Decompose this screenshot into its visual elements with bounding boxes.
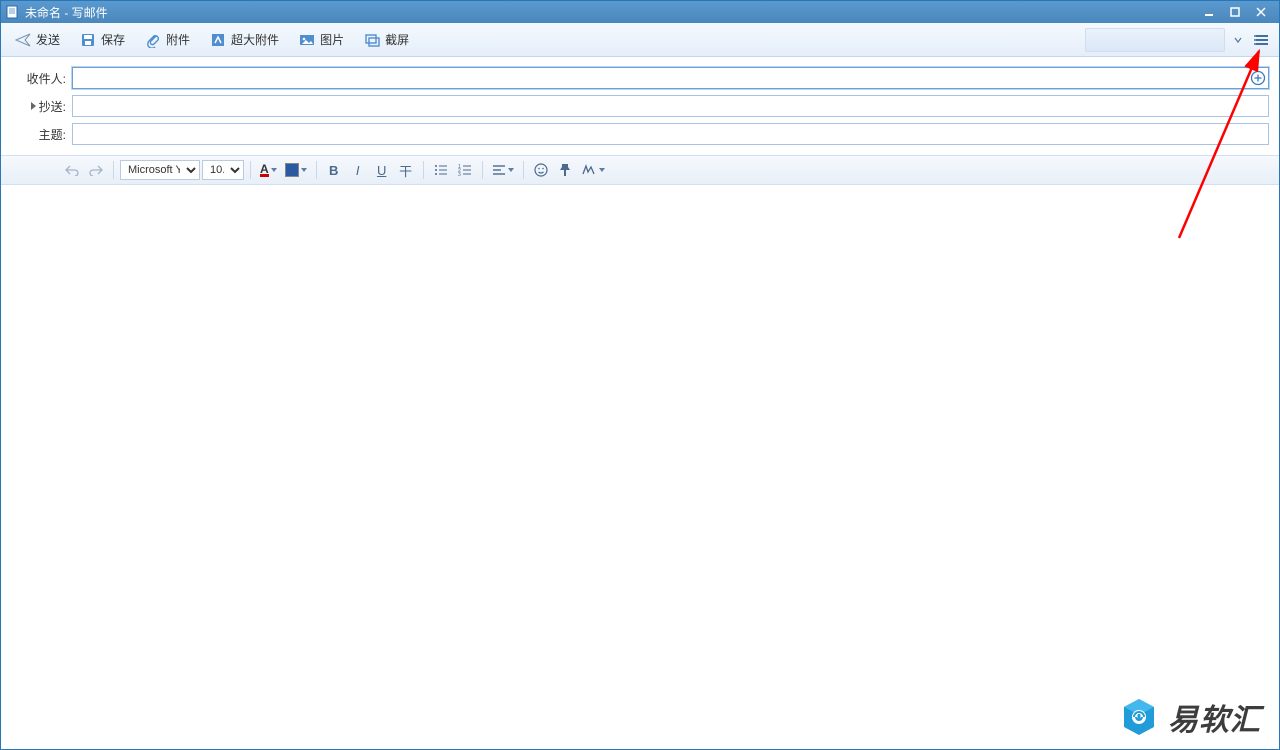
large-attach-button[interactable]: 超大附件 bbox=[202, 27, 287, 53]
contacts-panel-toggle[interactable] bbox=[1251, 29, 1273, 51]
pin-button[interactable] bbox=[554, 159, 576, 181]
numbered-list-button[interactable]: 123 bbox=[454, 159, 476, 181]
font-family-select[interactable]: Microsoft YaH bbox=[120, 160, 200, 180]
insert-image-button[interactable]: 图片 bbox=[291, 27, 352, 53]
cc-label: 抄送: bbox=[39, 98, 66, 115]
attach-label: 附件 bbox=[166, 31, 190, 48]
strikethrough-button[interactable]: 干 bbox=[395, 159, 417, 181]
italic-button[interactable]: I bbox=[347, 159, 369, 181]
to-row: 收件人: bbox=[11, 67, 1269, 89]
subject-label: 主题: bbox=[11, 126, 66, 143]
account-dropdown-icon[interactable] bbox=[1231, 33, 1245, 47]
highlight-color-button[interactable] bbox=[282, 159, 310, 181]
align-button[interactable] bbox=[489, 159, 517, 181]
save-icon bbox=[80, 32, 96, 48]
send-label: 发送 bbox=[36, 31, 60, 48]
maximize-button[interactable] bbox=[1227, 5, 1243, 19]
save-button[interactable]: 保存 bbox=[72, 27, 133, 53]
screenshot-icon bbox=[364, 32, 380, 48]
font-color-button[interactable]: A bbox=[257, 159, 280, 181]
account-selector[interactable] bbox=[1085, 28, 1225, 52]
more-formatting-button[interactable] bbox=[578, 159, 608, 181]
header-fields: 收件人: 抄送: 主题: bbox=[1, 57, 1279, 155]
emoji-button[interactable] bbox=[530, 159, 552, 181]
font-size-select[interactable]: 10.5 bbox=[202, 160, 244, 180]
paperclip-icon bbox=[145, 32, 161, 48]
screenshot-button[interactable]: 截屏 bbox=[356, 27, 417, 53]
underline-button[interactable]: U bbox=[371, 159, 393, 181]
compose-window: 未命名 - 写邮件 发送 保存 附件 超大附件 图片 bbox=[0, 0, 1280, 750]
toolbar-right bbox=[1085, 28, 1273, 52]
bold-button[interactable]: B bbox=[323, 159, 345, 181]
document-icon bbox=[5, 5, 19, 19]
subject-input[interactable] bbox=[72, 123, 1269, 145]
large-attach-label: 超大附件 bbox=[231, 31, 279, 48]
svg-text:3: 3 bbox=[458, 172, 461, 176]
bullet-list-button[interactable] bbox=[430, 159, 452, 181]
screenshot-label: 截屏 bbox=[385, 31, 409, 48]
save-label: 保存 bbox=[101, 31, 125, 48]
add-recipient-button[interactable] bbox=[1249, 69, 1267, 87]
large-attach-icon bbox=[210, 32, 226, 48]
cc-row: 抄送: bbox=[11, 95, 1269, 117]
image-label: 图片 bbox=[320, 31, 344, 48]
undo-button[interactable] bbox=[61, 159, 83, 181]
send-icon bbox=[15, 32, 31, 48]
to-input[interactable] bbox=[72, 67, 1269, 89]
title-bar: 未命名 - 写邮件 bbox=[1, 1, 1279, 23]
cc-input[interactable] bbox=[72, 95, 1269, 117]
main-toolbar: 发送 保存 附件 超大附件 图片 截屏 bbox=[1, 23, 1279, 57]
attach-button[interactable]: 附件 bbox=[137, 27, 198, 53]
close-button[interactable] bbox=[1253, 5, 1269, 19]
cc-expand-icon[interactable] bbox=[31, 102, 36, 110]
to-label: 收件人: bbox=[11, 70, 66, 87]
image-icon bbox=[299, 32, 315, 48]
window-controls bbox=[1201, 5, 1275, 19]
format-toolbar: Microsoft YaH 10.5 A B I U 干 123 bbox=[1, 155, 1279, 185]
message-body-editor[interactable] bbox=[1, 185, 1279, 749]
send-button[interactable]: 发送 bbox=[7, 27, 68, 53]
minimize-button[interactable] bbox=[1201, 5, 1217, 19]
subject-row: 主题: bbox=[11, 123, 1269, 145]
window-title: 未命名 - 写邮件 bbox=[25, 4, 108, 21]
redo-button[interactable] bbox=[85, 159, 107, 181]
